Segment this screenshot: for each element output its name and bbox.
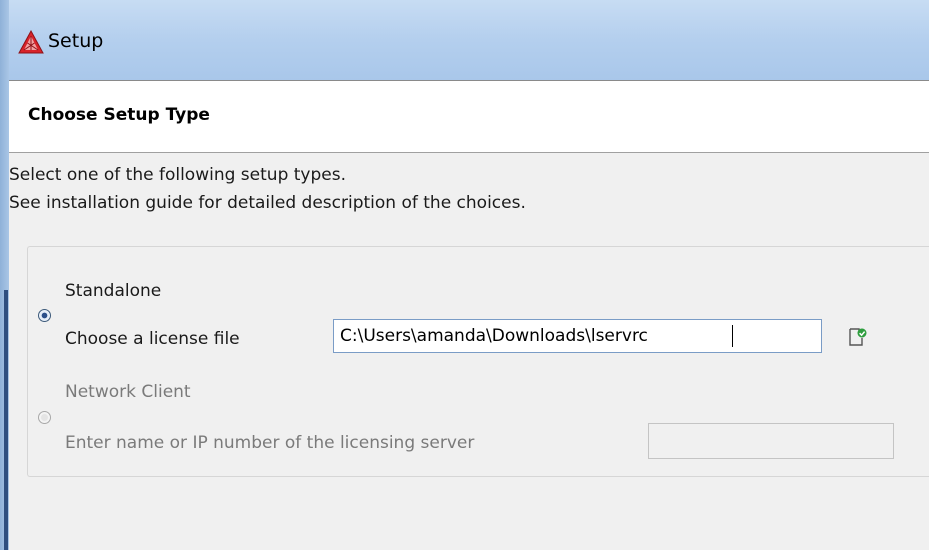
window-title: Setup bbox=[48, 30, 104, 52]
license-file-label: Choose a license file bbox=[65, 329, 240, 349]
title-bar[interactable]: Setup bbox=[9, 0, 929, 80]
setup-type-group: Standalone Choose a license file Network… bbox=[27, 246, 929, 477]
network-client-heading: Network Client bbox=[65, 382, 191, 402]
network-client-radio[interactable] bbox=[38, 411, 51, 424]
window-left-border bbox=[0, 0, 9, 550]
setup-window: Setup Choose Setup Type Select one of th… bbox=[0, 0, 929, 550]
window-left-border-shadow bbox=[4, 290, 8, 550]
license-file-input[interactable] bbox=[333, 319, 822, 353]
description-line-2: See installation guide for detailed desc… bbox=[9, 193, 526, 213]
open-file-icon[interactable] bbox=[848, 327, 868, 347]
standalone-heading: Standalone bbox=[65, 281, 162, 301]
thermo-calc-triangle-icon bbox=[18, 30, 44, 54]
text-caret bbox=[732, 325, 733, 347]
license-server-input[interactable] bbox=[648, 423, 894, 459]
standalone-radio[interactable] bbox=[38, 309, 51, 322]
description-line-1: Select one of the following setup types. bbox=[9, 165, 346, 185]
license-server-label: Enter name or IP number of the licensing… bbox=[65, 433, 475, 453]
wizard-content: Select one of the following setup types.… bbox=[9, 153, 929, 550]
page-title: Choose Setup Type bbox=[28, 105, 210, 125]
wizard-header: Choose Setup Type bbox=[9, 80, 929, 153]
